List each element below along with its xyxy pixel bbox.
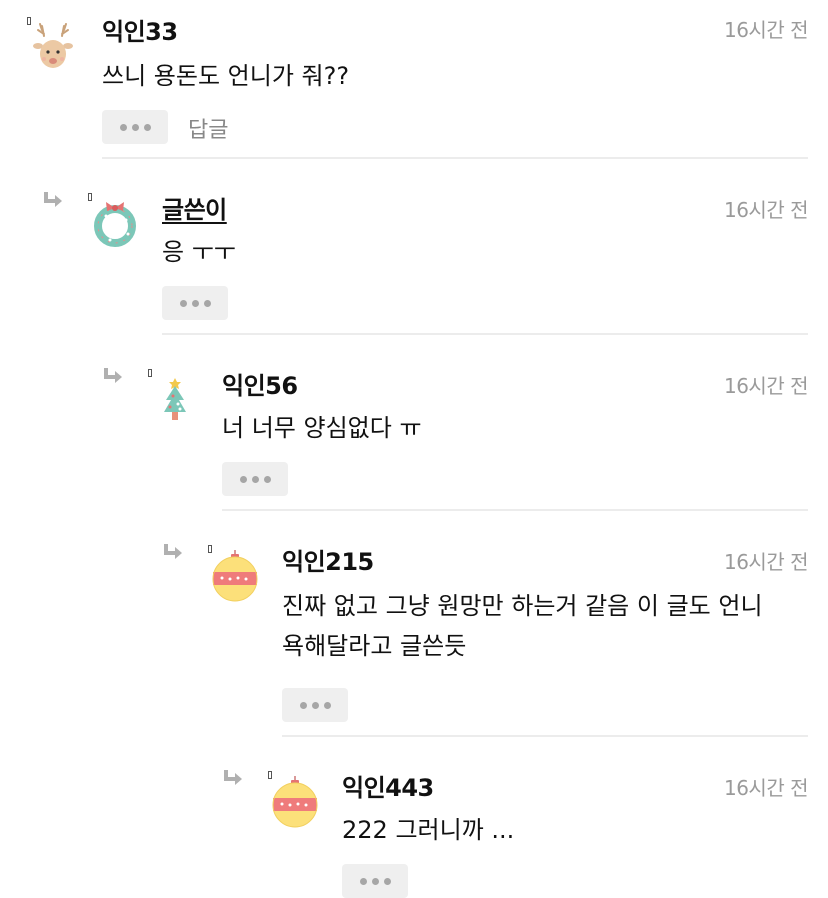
dot-icon — [143, 123, 151, 131]
dot-icon — [383, 877, 391, 885]
dot-icon — [191, 299, 199, 307]
dot-icon — [251, 475, 259, 483]
reply-arrow-icon — [44, 192, 62, 207]
more-options-button[interactable] — [342, 864, 408, 898]
reply-arrow-icon — [164, 544, 182, 559]
dot-icon — [131, 123, 139, 131]
comment-timestamp: 16시간 전 — [723, 550, 809, 574]
comment-timestamp: 16시간 전 — [723, 198, 809, 222]
dot-icon — [263, 475, 271, 483]
dot-icon — [179, 299, 187, 307]
reindeer-icon[interactable] — [26, 20, 80, 74]
dot-icon — [371, 877, 379, 885]
divider — [102, 157, 808, 159]
divider — [222, 509, 808, 511]
divider — [162, 333, 808, 335]
comment-text: 쓰니 용돈도 언니가 줘?? — [102, 62, 350, 90]
comment-author[interactable]: 익인33 — [102, 12, 178, 47]
more-options-button[interactable] — [222, 462, 288, 496]
christmas-tree-icon[interactable] — [148, 374, 202, 428]
comment-item: 익인33 16시간 전 쓰니 용돈도 언니가 줘?? 답글 — [0, 0, 828, 160]
comment-text: 진짜 없고 그냥 원망만 하는거 같음 이 글도 언니 욕해달라고 글쓴듯 — [282, 592, 763, 660]
dot-icon — [239, 475, 247, 483]
reply-item: 익인56 16시간 전 너 너무 양심없다 ㅠ — [0, 352, 828, 512]
more-options-button[interactable] — [282, 688, 348, 722]
comment-timestamp: 16시간 전 — [723, 18, 809, 42]
comment-timestamp: 16시간 전 — [723, 776, 809, 800]
divider — [282, 735, 808, 737]
dot-icon — [203, 299, 211, 307]
more-options-button[interactable] — [162, 286, 228, 320]
comment-text: 222 그러니까 ... — [342, 816, 515, 844]
more-options-button[interactable] — [102, 110, 168, 144]
reply-arrow-icon — [104, 368, 122, 383]
comment-author[interactable]: 글쓴이 — [162, 190, 227, 225]
wreath-icon[interactable] — [88, 196, 142, 250]
comment-author[interactable]: 익인443 — [342, 768, 434, 803]
reply-arrow-icon — [224, 770, 242, 785]
dot-icon — [323, 701, 331, 709]
comment-author[interactable]: 익인215 — [282, 542, 374, 577]
reply-item: 익인215 16시간 전 진짜 없고 그냥 원망만 하는거 같음 이 글도 언니… — [0, 528, 828, 738]
reply-item: 글쓴이 16시간 전 응 ㅜㅜ — [0, 176, 828, 336]
comment-author[interactable]: 익인56 — [222, 366, 298, 401]
dot-icon — [359, 877, 367, 885]
comment-timestamp: 16시간 전 — [723, 374, 809, 398]
comment-text: 너 너무 양심없다 ㅠ — [222, 414, 422, 442]
ornament-icon[interactable] — [208, 548, 262, 602]
ornament-icon[interactable] — [268, 774, 322, 828]
reply-button[interactable]: 답글 — [188, 112, 228, 144]
dot-icon — [299, 701, 307, 709]
reply-item: 익인443 16시간 전 222 그러니까 ... — [0, 754, 828, 898]
dot-icon — [119, 123, 127, 131]
comment-text: 응 ㅜㅜ — [162, 238, 236, 266]
dot-icon — [311, 701, 319, 709]
